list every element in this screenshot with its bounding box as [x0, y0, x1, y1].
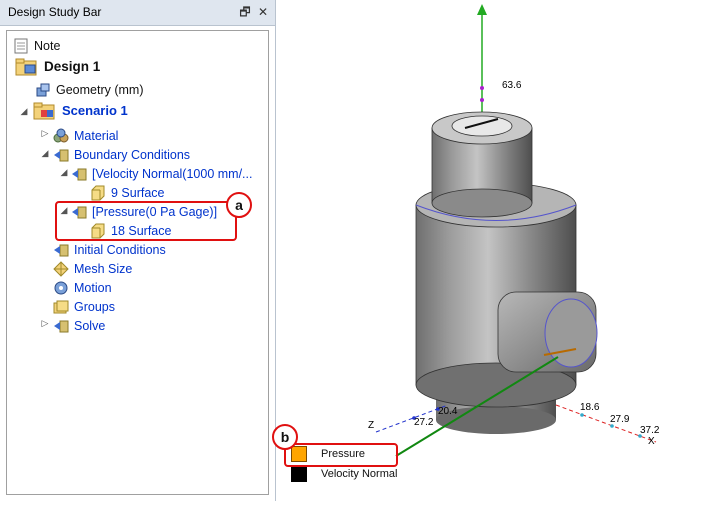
velocity-swatch: [291, 466, 307, 482]
tree-label-note: Note: [34, 38, 61, 53]
model-inlet-face: [451, 115, 513, 137]
callout-box-a: [55, 201, 237, 241]
solve-icon: [53, 318, 69, 334]
tree-label-material: Material: [74, 128, 119, 143]
callout-box-b: [284, 443, 398, 467]
tree-label-mesh-size: Mesh Size: [74, 261, 133, 276]
panel-titlebar: Design Study Bar 🗗 ✕: [0, 0, 275, 26]
tree-item-material[interactable]: Material: [53, 126, 118, 145]
tree-item-velocity-bc[interactable]: [Velocity Normal(1000 mm/...: [71, 164, 252, 183]
tree-item-boundary-conditions[interactable]: Boundary Conditions: [53, 145, 190, 164]
callout-badge-a: a: [226, 192, 252, 218]
tree-label-groups: Groups: [74, 299, 115, 314]
model-neck-base: [431, 188, 533, 218]
tree-item-velocity-surface[interactable]: 9 Surface: [90, 183, 165, 202]
tree-label-scenario: Scenario 1: [62, 103, 128, 118]
x-axis-label: X: [648, 436, 655, 447]
3d-viewport[interactable]: 63.6 Z 20.4 27.2 18.6 27.9 37.2 X Pressu…: [272, 0, 717, 501]
tree-item-note[interactable]: Note: [13, 36, 60, 55]
collapse-icon[interactable]: ◢: [19, 107, 29, 117]
tree-label-design: Design 1: [44, 59, 101, 74]
tree-label-motion: Motion: [74, 280, 112, 295]
tree-item-geometry[interactable]: Geometry (mm): [35, 80, 144, 99]
y-axis-arrow-icon: [477, 4, 487, 15]
tree-item-scenario[interactable]: Scenario 1: [33, 101, 128, 120]
initial-conditions-icon: [53, 242, 69, 258]
mesh-size-icon: [53, 260, 69, 277]
collapse-icon[interactable]: ◢: [40, 149, 50, 159]
expand-icon[interactable]: ▷: [40, 129, 50, 139]
tree-label-geometry: Geometry (mm): [56, 82, 144, 97]
tree-item-mesh-size[interactable]: Mesh Size: [53, 259, 132, 278]
z-axis-value-1: 20.4: [438, 406, 458, 417]
collapse-icon[interactable]: ◢: [59, 168, 69, 178]
design-tree: Note Design 1 Geometry (mm) ◢ Scenario 1…: [6, 30, 269, 495]
geometry-icon: [35, 82, 51, 98]
panel-title: Design Study Bar: [8, 5, 102, 19]
boundary-condition-icon: [71, 166, 87, 182]
tree-label-solve: Solve: [74, 318, 106, 333]
groups-icon: [53, 299, 69, 315]
pin-icon[interactable]: 🗗: [237, 4, 253, 20]
x-axis-tick: [580, 413, 584, 417]
y-axis-tick: [480, 98, 484, 102]
z-axis-value-2: 27.2: [414, 417, 434, 428]
tree-item-groups[interactable]: Groups: [53, 297, 115, 316]
design-study-bar: Design Study Bar 🗗 ✕ Note Design 1 Geome…: [0, 0, 276, 501]
motion-icon: [53, 280, 69, 296]
expand-icon[interactable]: ▷: [40, 319, 50, 329]
design-folder-icon: [15, 57, 39, 77]
tree-label-velocity-surface: 9 Surface: [111, 185, 165, 200]
model-outlet-face: [544, 298, 598, 368]
scenario-folder-icon: [33, 101, 57, 121]
close-icon[interactable]: ✕: [255, 4, 271, 20]
surface-icon: [90, 185, 106, 201]
y-axis-tick: [480, 86, 484, 90]
x-axis-value-3: 37.2: [640, 425, 660, 436]
legend-label-velocity: Velocity Normal: [321, 468, 398, 480]
boundary-conditions-icon: [53, 147, 69, 163]
tree-item-solve[interactable]: Solve: [53, 316, 105, 335]
note-icon: [13, 38, 29, 54]
material-icon: [53, 128, 69, 144]
tree-label-initial-conditions: Initial Conditions: [74, 242, 166, 257]
tree-item-design[interactable]: Design 1: [15, 57, 100, 76]
tree-label-velocity-bc: [Velocity Normal(1000 mm/...: [92, 166, 253, 181]
tree-item-initial-conditions[interactable]: Initial Conditions: [53, 240, 166, 259]
y-axis-value: 63.6: [502, 80, 522, 91]
z-axis-label: Z: [368, 420, 375, 431]
x-axis-value-2: 27.9: [610, 414, 630, 425]
callout-badge-b: b: [272, 424, 298, 450]
tree-item-motion[interactable]: Motion: [53, 278, 112, 297]
legend-item-velocity[interactable]: Velocity Normal: [291, 466, 397, 482]
x-axis-value-1: 18.6: [580, 402, 600, 413]
tree-label-boundary-conditions: Boundary Conditions: [74, 147, 191, 162]
